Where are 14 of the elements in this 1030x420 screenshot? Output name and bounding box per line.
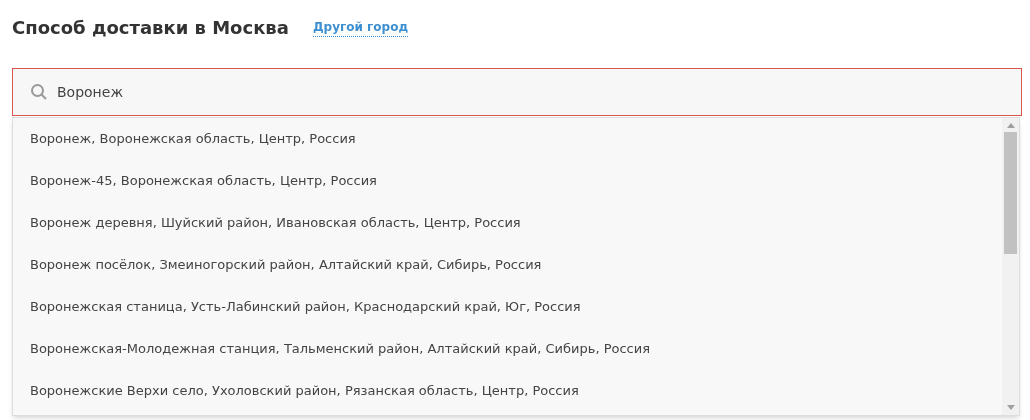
suggestion-item[interactable]: Воронеж-45, Воронежская область, Центр, Россия	[13, 160, 1002, 202]
page-heading: Способ доставки в Москва	[12, 15, 289, 40]
suggestion-item[interactable]: Воронеж деревня, Шуйский район, Ивановская область, Центр, Россия	[13, 202, 1002, 244]
search-field[interactable]: Воронеж	[12, 68, 1022, 116]
suggestion-item[interactable]: Воронежские Верхи село, Ухоловский район, Рязанская область, Центр, Россия	[13, 370, 1002, 412]
scrollbar[interactable]	[1002, 118, 1019, 415]
search-icon	[30, 83, 48, 101]
scrollbar-thumb[interactable]	[1004, 132, 1017, 254]
scroll-up-icon[interactable]	[1006, 123, 1015, 128]
suggestion-item[interactable]: Воронежская станица, Усть-Лабинский район, Краснодарский край, Юг, Россия	[13, 286, 1002, 328]
suggestion-item[interactable]: Воронеж, Воронежская область, Центр, Россия	[13, 118, 1002, 160]
suggestion-item[interactable]: Воронежская-Молодежная станция, Тальменский район, Алтайский край, Сибирь, Россия	[13, 328, 1002, 370]
scroll-down-icon[interactable]	[1006, 405, 1015, 410]
suggestion-item[interactable]: Воронеж посёлок, Змеиногорский район, Алтайский край, Сибирь, Россия	[13, 244, 1002, 286]
